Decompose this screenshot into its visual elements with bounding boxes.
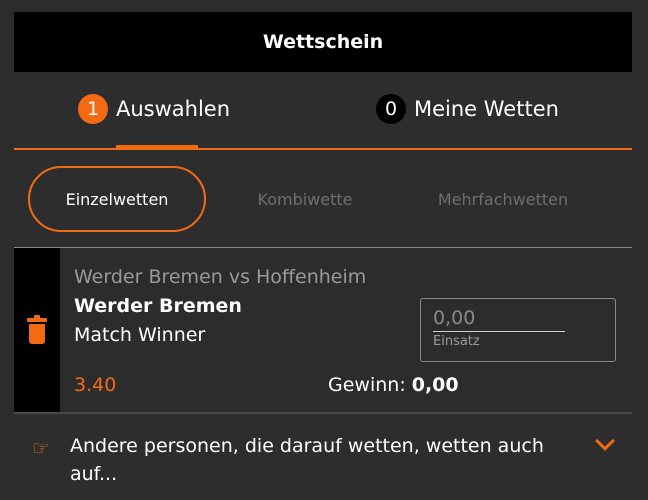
betslip-tabs: 1 Auswahlen 0 Meine Wetten xyxy=(14,72,632,150)
trash-icon xyxy=(27,315,47,344)
related-bets-text: Andere personen, die darauf wetten, wett… xyxy=(70,435,544,485)
remove-selection-button[interactable] xyxy=(14,248,60,412)
bet-type-einzelwetten[interactable]: Einzelwetten xyxy=(28,166,206,232)
chevron-down-icon[interactable] xyxy=(595,431,615,451)
selection-count-badge: 1 xyxy=(78,94,108,124)
bet-type-mehrfachwetten[interactable]: Mehrfachwetten xyxy=(418,166,588,232)
tab-label: Auswahlen xyxy=(116,97,231,121)
related-bets-toggle[interactable]: ☞ Andere personen, die darauf wetten, we… xyxy=(14,414,632,492)
pointing-hand-icon: ☞ xyxy=(32,436,50,460)
potential-win: Gewinn: 0,00 xyxy=(328,374,459,396)
bets-count-badge: 0 xyxy=(376,94,406,124)
selection-odds: 3.40 xyxy=(74,374,117,396)
tab-label: Meine Wetten xyxy=(414,97,559,121)
stake-value: 0,00 xyxy=(433,307,476,329)
stake-input[interactable]: 0,00 Einsatz xyxy=(420,298,616,362)
bet-type-kombiwette[interactable]: Kombiwette xyxy=(232,166,378,232)
tab-auswahlen[interactable]: 1 Auswahlen xyxy=(78,94,230,124)
event-name: Werder Bremen vs Hoffenheim xyxy=(74,266,367,288)
stake-underline xyxy=(433,331,565,332)
market-name: Match Winner xyxy=(74,324,206,346)
win-value: 0,00 xyxy=(411,374,459,396)
win-label: Gewinn: xyxy=(328,374,406,396)
tab-meine-wetten[interactable]: 0 Meine Wetten xyxy=(376,94,559,124)
bet-selection: Werder Bremen vs Hoffenheim Werder Breme… xyxy=(14,248,632,414)
betslip-header: Wettschein xyxy=(14,12,632,72)
betslip-title: Wettschein xyxy=(262,31,384,53)
betslip-panel: Wettschein 1 Auswahlen 0 Meine Wetten Ei… xyxy=(14,12,632,500)
selection-team: Werder Bremen xyxy=(74,295,242,317)
stake-label: Einsatz xyxy=(433,334,480,349)
bet-type-selector: Einzelwetten Kombiwette Mehrfachwetten xyxy=(14,150,632,248)
